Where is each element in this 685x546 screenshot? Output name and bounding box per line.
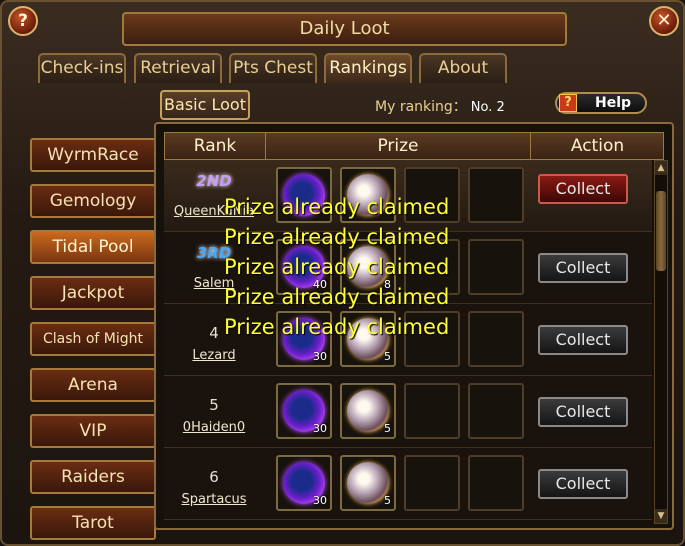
window-title: Daily Loot xyxy=(122,12,567,46)
claimed-message: Prize already claimed xyxy=(224,195,450,219)
prize-qty: 5 xyxy=(384,350,391,363)
player-name-link[interactable]: Spartacus xyxy=(164,492,264,507)
prize-claimed-notices: Prize already claimed Prize already clai… xyxy=(224,192,484,342)
side-item-jackpot[interactable]: Jackpot xyxy=(30,276,156,310)
tab-retrieval[interactable]: Retrieval xyxy=(134,53,222,83)
help-label: Help xyxy=(595,95,632,111)
claimed-message: Prize already claimed xyxy=(224,285,450,309)
claimed-message: Prize already claimed xyxy=(224,225,450,249)
side-item-vip[interactable]: VIP xyxy=(30,414,156,448)
side-item-tarot[interactable]: Tarot xyxy=(30,506,156,540)
rank-cell: 6 Spartacus xyxy=(164,448,264,520)
table-header: Rank Prize Action xyxy=(164,132,664,160)
prize-qty: 30 xyxy=(313,422,327,435)
empty-slot xyxy=(468,455,524,511)
side-item-clash-of-might[interactable]: Clash of Might xyxy=(30,322,156,356)
header-prize: Prize xyxy=(265,133,531,159)
side-item-gemology[interactable]: Gemology xyxy=(30,184,156,218)
rank-cell: 5 0Haiden0 xyxy=(164,376,264,448)
claimed-message: Prize already claimed xyxy=(224,255,450,279)
scroll-down-icon[interactable]: ▼ xyxy=(655,509,667,523)
my-ranking: My ranking： No. 2 xyxy=(375,96,505,116)
rank-number: 6 xyxy=(209,468,219,486)
tab-about[interactable]: About xyxy=(419,53,507,83)
collect-button[interactable]: Collect xyxy=(538,253,628,283)
scroll-up-icon[interactable]: ▲ xyxy=(655,161,667,175)
collect-button[interactable]: Collect xyxy=(538,325,628,355)
pearl-orb-icon xyxy=(347,390,389,432)
side-item-arena[interactable]: Arena xyxy=(30,368,156,402)
collect-button[interactable]: Collect xyxy=(538,397,628,427)
tab-rankings[interactable]: Rankings xyxy=(324,53,412,83)
player-name-link[interactable]: 0Haiden0 xyxy=(164,420,264,435)
collect-button[interactable]: Collect xyxy=(538,469,628,499)
prize-slot[interactable]: 30 xyxy=(276,455,332,511)
empty-slot xyxy=(404,455,460,511)
table-row: 5 0Haiden0 30 5 Collect xyxy=(164,376,652,448)
tab-pts-chest[interactable]: Pts Chest xyxy=(229,53,317,83)
close-icon[interactable]: ✕ xyxy=(649,6,679,36)
prize-qty: 30 xyxy=(313,350,327,363)
player-name-link[interactable]: Lezard xyxy=(164,348,264,363)
prize-qty: 30 xyxy=(313,494,327,507)
rank-badge: 2ND xyxy=(196,172,232,190)
tab-check-ins[interactable]: Check-ins xyxy=(38,53,126,83)
prize-slot[interactable]: 30 xyxy=(276,383,332,439)
help-corner-icon[interactable]: ? xyxy=(8,6,38,36)
table-row: 6 Spartacus 30 5 Collect xyxy=(164,448,652,520)
my-ranking-value: No. 2 xyxy=(470,100,505,115)
my-ranking-label: My ranking： xyxy=(375,99,467,115)
basic-loot-tab[interactable]: Basic Loot xyxy=(160,90,250,120)
header-action: Action xyxy=(570,136,625,156)
empty-slot xyxy=(404,383,460,439)
header-rank: Rank xyxy=(193,136,237,156)
empty-slot xyxy=(468,383,524,439)
collect-button[interactable]: Collect xyxy=(538,174,628,204)
prize-slot[interactable]: 5 xyxy=(340,383,396,439)
scroll-thumb[interactable] xyxy=(656,191,666,271)
claimed-message: Prize already claimed xyxy=(224,315,450,339)
pearl-orb-icon xyxy=(347,462,389,504)
help-button[interactable]: ? Help xyxy=(555,92,647,114)
scrollbar[interactable]: ▲ ▼ xyxy=(654,160,668,524)
prize-qty: 5 xyxy=(384,494,391,507)
question-icon: ? xyxy=(559,94,577,112)
side-item-raiders[interactable]: Raiders xyxy=(30,460,156,494)
prize-slot[interactable]: 5 xyxy=(340,455,396,511)
side-item-tidal-pool[interactable]: Tidal Pool xyxy=(30,230,156,264)
daily-loot-window: ? Daily Loot ✕ Check-ins Retrieval Pts C… xyxy=(0,0,685,546)
rank-number: 5 xyxy=(209,396,219,414)
prize-qty: 5 xyxy=(384,422,391,435)
side-item-wyrmrace[interactable]: WyrmRace xyxy=(30,138,156,172)
